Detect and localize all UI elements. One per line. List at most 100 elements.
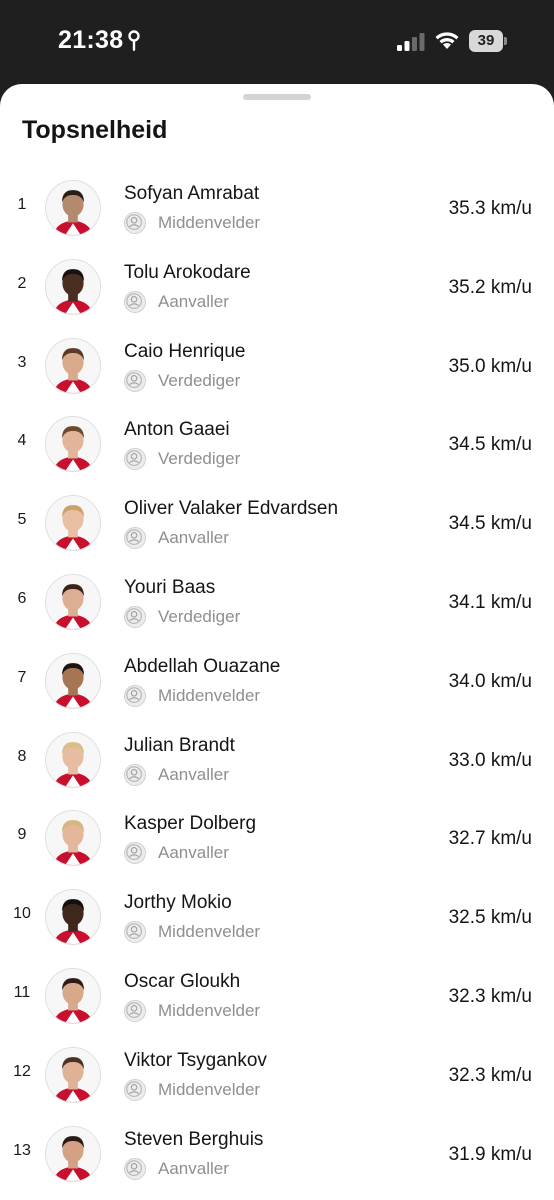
player-avatar	[45, 180, 101, 236]
ajax-crest-icon	[124, 842, 146, 865]
player-name: Jorthy Mokio	[124, 892, 232, 914]
page-title: Topsnelheid	[22, 116, 168, 144]
player-row[interactable]: 13 Steven Berghuis Aanvaller 31.9 km/u	[0, 1116, 554, 1195]
player-name: Abdellah Ouazane	[124, 655, 281, 677]
player-list: 1 Sofyan Amrabat Middenvelder 35.3 km/u …	[0, 170, 554, 1194]
player-position: Aanvaller	[158, 764, 229, 784]
player-row[interactable]: 3 Caio Henrique Verdediger 35.0 km/u	[0, 328, 554, 407]
player-row[interactable]: 12 Viktor Tsygankov Middenvelder 32.3 km…	[0, 1037, 554, 1116]
ajax-crest-icon	[124, 999, 146, 1022]
player-rank: 3	[17, 353, 27, 371]
player-rank: 5	[17, 511, 27, 529]
player-avatar	[45, 416, 101, 473]
player-row[interactable]: 9 Kasper Dolberg Aanvaller 32.7 km/u	[0, 800, 554, 879]
player-row[interactable]: 7 Abdellah Ouazane Middenvelder 34.0 km/…	[0, 643, 554, 722]
player-rank: 8	[17, 747, 27, 765]
ajax-crest-icon	[124, 527, 146, 550]
player-rank: 10	[13, 905, 31, 923]
wifi-icon	[435, 32, 459, 49]
player-position: Aanvaller	[158, 843, 229, 863]
bottom-sheet: Topsnelheid 1 Sofyan Amrabat Middenvelde…	[0, 84, 554, 1200]
player-name: Oliver Valaker Edvardsen	[124, 498, 339, 520]
player-avatar	[45, 889, 101, 946]
ajax-crest-icon	[124, 212, 146, 234]
player-position: Middenvelder	[158, 922, 261, 942]
player-top-speed: 32.7 km/u	[448, 828, 532, 850]
player-position: Middenvelder	[158, 1079, 261, 1099]
player-position: Middenvelder	[158, 213, 261, 232]
player-position: Aanvaller	[158, 291, 229, 311]
battery-level: 39	[477, 32, 495, 49]
player-top-speed: 32.3 km/u	[448, 1064, 532, 1086]
player-name: Viktor Tsygankov	[124, 1049, 267, 1071]
player-top-speed: 35.2 km/u	[448, 276, 532, 298]
player-position: Verdediger	[158, 606, 241, 626]
player-position: Middenvelder	[158, 1000, 261, 1020]
ajax-crest-icon	[124, 763, 146, 786]
player-avatar	[45, 258, 101, 315]
player-avatar	[45, 337, 101, 394]
player-name: Steven Berghuis	[124, 1128, 264, 1150]
player-position: Verdediger	[158, 449, 241, 469]
player-top-speed: 32.3 km/u	[448, 985, 532, 1007]
player-name: Oscar Gloukh	[124, 970, 241, 992]
player-row[interactable]: 8 Julian Brandt Aanvaller 33.0 km/u	[0, 722, 554, 801]
player-rank: 12	[13, 1062, 31, 1080]
ajax-crest-icon	[124, 605, 146, 628]
location-pin-icon	[128, 30, 140, 51]
status-bar: 21:38 39	[0, 0, 554, 84]
player-row[interactable]: 1 Sofyan Amrabat Middenvelder 35.3 km/u	[0, 170, 554, 249]
ajax-crest-icon	[124, 290, 146, 313]
player-top-speed: 32.5 km/u	[448, 907, 532, 929]
player-name: Kasper Dolberg	[124, 813, 257, 835]
player-top-speed: 35.0 km/u	[448, 355, 532, 377]
status-time: 21:38	[58, 26, 124, 54]
player-rank: 4	[17, 432, 27, 450]
player-top-speed: 34.5 km/u	[448, 434, 532, 456]
player-avatar	[45, 967, 101, 1024]
player-top-speed: 34.5 km/u	[448, 513, 532, 535]
battery-indicator: 39	[469, 30, 507, 52]
player-top-speed: 34.1 km/u	[448, 591, 532, 613]
player-name: Tolu Arokodare	[124, 261, 251, 283]
player-avatar	[45, 495, 101, 552]
player-row[interactable]: 10 Jorthy Mokio Middenvelder 32.5 km/u	[0, 879, 554, 958]
player-avatar	[45, 1046, 101, 1103]
player-rank: 6	[17, 589, 27, 607]
player-name: Julian Brandt	[124, 734, 235, 756]
player-top-speed: 34.0 km/u	[448, 670, 532, 692]
ajax-crest-icon	[124, 921, 146, 944]
player-row[interactable]: 2 Tolu Arokodare Aanvaller 35.2 km/u	[0, 249, 554, 328]
player-row[interactable]: 6 Youri Baas Verdediger 34.1 km/u	[0, 564, 554, 643]
player-avatar	[45, 652, 101, 709]
ajax-crest-icon	[124, 369, 146, 392]
signal-icon	[397, 33, 425, 51]
player-name: Sofyan Amrabat	[124, 183, 260, 204]
player-rank: 2	[17, 274, 27, 292]
player-rank: 7	[17, 668, 27, 686]
player-position: Aanvaller	[158, 1158, 229, 1178]
ajax-crest-icon	[124, 1157, 146, 1180]
player-name: Anton Gaaei	[124, 419, 230, 441]
player-row[interactable]: 4 Anton Gaaei Verdediger 34.5 km/u	[0, 406, 554, 485]
ajax-crest-icon	[124, 684, 146, 707]
player-position: Aanvaller	[158, 528, 229, 548]
player-rank: 13	[13, 1141, 31, 1159]
player-rank: 9	[17, 826, 27, 844]
player-avatar	[45, 731, 101, 788]
player-rank: 1	[17, 196, 27, 213]
player-rank: 11	[13, 983, 31, 1001]
player-avatar	[45, 573, 101, 630]
player-row[interactable]: 5 Oliver Valaker Edvardsen Aanvaller 34.…	[0, 485, 554, 564]
ajax-crest-icon	[124, 1078, 146, 1101]
player-top-speed: 33.0 km/u	[448, 749, 532, 771]
player-top-speed: 31.9 km/u	[448, 1143, 532, 1165]
player-name: Caio Henrique	[124, 340, 246, 362]
player-avatar	[45, 810, 101, 867]
player-top-speed: 35.3 km/u	[448, 198, 532, 219]
player-position: Middenvelder	[158, 685, 261, 705]
player-avatar	[45, 1125, 101, 1182]
player-position: Verdediger	[158, 370, 241, 390]
player-row[interactable]: 11 Oscar Gloukh Middenvelder 32.3 km/u	[0, 958, 554, 1037]
sheet-grabber-handle[interactable]	[243, 94, 311, 100]
